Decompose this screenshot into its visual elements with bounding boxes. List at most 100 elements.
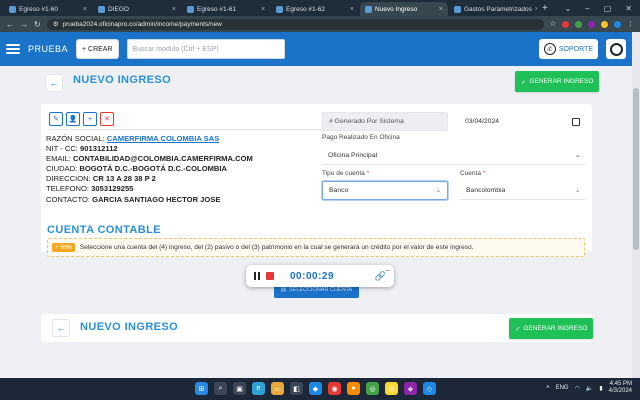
- profile-icon[interactable]: [614, 20, 621, 28]
- close-tab-icon[interactable]: ×: [439, 6, 443, 13]
- razon-social-link[interactable]: CAMERFIRMA COLOMBIA SAS: [107, 134, 220, 143]
- extension-icon[interactable]: [575, 20, 582, 28]
- email-row: EMAIL: CONTABILIDAD@COLOMBIA.CAMERFIRMA.…: [46, 154, 253, 164]
- chrome-icon[interactable]: ◎: [385, 382, 398, 395]
- module-search-input[interactable]: Buscar modulo (Ctrl + ESP): [126, 39, 285, 59]
- screen-recorder-widget: 00:00:29 🔗 –: [246, 265, 394, 287]
- user-icon: 👤: [68, 116, 78, 123]
- site-info-icon[interactable]: ⚙: [53, 20, 59, 28]
- generar-ingreso-button-bottom[interactable]: ✓ GENERAR INGRESO: [509, 318, 594, 339]
- battery-icon[interactable]: ▮: [599, 385, 602, 392]
- close-window-icon[interactable]: ✕: [625, 4, 632, 13]
- app-icon[interactable]: ◇: [423, 382, 436, 395]
- stop-icon[interactable]: [266, 272, 274, 280]
- minimize-icon[interactable]: –: [585, 4, 589, 13]
- edit-contact-button[interactable]: ✎: [49, 112, 63, 126]
- extension-icon[interactable]: [601, 20, 608, 28]
- kebab-menu-icon[interactable]: ⋮: [627, 20, 634, 28]
- wifi-icon[interactable]: ◠: [575, 385, 580, 392]
- oficina-select[interactable]: Oficina Principal ⌄: [322, 146, 586, 165]
- fecha-input[interactable]: 03/04/2024: [459, 112, 586, 131]
- browser-tab-3[interactable]: Egreso #1-62 ×: [271, 2, 359, 16]
- contact-details: RAZÓN SOCIAL: CAMERFIRMA COLOMBIA SAS NI…: [46, 134, 253, 205]
- tipo-cuenta-select[interactable]: Banco ⌄: [322, 181, 448, 200]
- back-button-bottom[interactable]: ←: [52, 319, 70, 337]
- close-tab-icon[interactable]: ×: [83, 6, 87, 13]
- search-icon[interactable]: ⌕: [214, 382, 227, 395]
- chrome-icon[interactable]: ◎: [366, 382, 379, 395]
- file-explorer-icon[interactable]: ▭: [271, 382, 284, 395]
- numero-ingreso-field: # Generado Por Sistema: [322, 112, 448, 131]
- back-arrow-icon[interactable]: ←: [6, 20, 14, 29]
- remove-contact-button[interactable]: ✕: [100, 112, 114, 126]
- close-tab-icon[interactable]: ×: [535, 6, 537, 13]
- volume-icon[interactable]: 🔈: [586, 385, 593, 392]
- favicon-icon: [276, 5, 283, 13]
- calendar-icon[interactable]: [572, 117, 580, 126]
- edge-icon[interactable]: e: [252, 382, 265, 395]
- back-button[interactable]: ←: [45, 74, 63, 92]
- menu-icon[interactable]: [6, 44, 20, 54]
- list-icon: ▤: [280, 287, 287, 293]
- browser-addressbar: ← → ↻ ⚙ prueba2024.oficinapro.co/admin/i…: [0, 16, 640, 32]
- app-icon[interactable]: ◈: [404, 382, 417, 395]
- page-scrollbar[interactable]: [632, 32, 640, 378]
- close-tab-icon[interactable]: ×: [172, 6, 176, 13]
- view-contact-button[interactable]: 👤: [66, 112, 80, 126]
- favicon-icon: [98, 5, 105, 13]
- star-icon[interactable]: ☆: [550, 20, 556, 28]
- chevron-down-icon: ⌄: [574, 152, 580, 159]
- browser-tab-0[interactable]: Egreso #1-60 ×: [4, 2, 92, 16]
- taskbar-apps: ⊞ ⌕ ▣ e ▭ ◧ ◆ ◉ ● ◎ ◎ ◈ ◇: [195, 382, 436, 395]
- check-icon: ✓: [521, 78, 527, 86]
- cuenta-select[interactable]: Bancolombia ⌄: [460, 181, 586, 200]
- user-plus-icon: +: [87, 115, 93, 123]
- favicon-icon: [9, 5, 16, 13]
- pause-icon[interactable]: [254, 272, 260, 280]
- extension-icon[interactable]: [588, 20, 595, 28]
- close-tab-icon[interactable]: ×: [350, 6, 354, 13]
- generar-ingreso-button-top[interactable]: ✓ GENERAR INGRESO: [515, 71, 600, 92]
- browser-tab-2[interactable]: Egreso #1-61 ×: [182, 2, 270, 16]
- window-controls: ⌄ – ▢ ✕: [565, 0, 640, 16]
- direccion-row: DIRECCION: CR 13 A 28 38 P 2: [46, 174, 156, 184]
- chevron-down-icon: ⌄: [435, 188, 441, 194]
- url-field[interactable]: ⚙ prueba2024.oficinapro.co/admin/income/…: [46, 18, 544, 30]
- os-taskbar: ⊞ ⌕ ▣ e ▭ ◧ ◆ ◉ ● ◎ ◎ ◈ ◇ ˄ ENG ◠ 🔈 ▮ 4:…: [0, 378, 640, 400]
- chevron-down-icon[interactable]: ⌄: [565, 4, 572, 13]
- page-title-bottom: NUEVO INGRESO: [80, 321, 179, 333]
- info-badge: ⚡ Info: [52, 243, 75, 252]
- scrollbar-thumb[interactable]: [633, 88, 639, 250]
- arrow-left-icon: ←: [49, 78, 59, 88]
- clock[interactable]: 4:45 PM 4/3/2024: [609, 381, 632, 395]
- reload-icon[interactable]: ↻: [34, 20, 41, 29]
- add-contact-button[interactable]: +: [83, 112, 97, 126]
- browser-tab-1[interactable]: DIEGO ×: [93, 2, 181, 16]
- contact-actions: ✎ 👤 + ✕: [49, 112, 114, 126]
- link-icon[interactable]: 🔗: [375, 271, 386, 282]
- new-tab-icon[interactable]: +: [542, 3, 548, 14]
- main-content: ← NUEVO INGRESO ✓ GENERAR INGRESO ✎ 👤 + …: [0, 66, 632, 378]
- app-icon[interactable]: ◆: [309, 382, 322, 395]
- close-tab-icon[interactable]: ×: [261, 6, 265, 13]
- firefox-icon[interactable]: ●: [347, 382, 360, 395]
- user-menu-button[interactable]: [606, 39, 626, 59]
- extension-icon[interactable]: [562, 20, 569, 28]
- crear-button[interactable]: + CREAR: [76, 39, 119, 59]
- whatsapp-icon: ✆: [543, 43, 556, 55]
- task-view-icon[interactable]: ▣: [233, 382, 246, 395]
- windows-start-icon[interactable]: ⊞: [195, 382, 208, 395]
- nit-row: NIT - CC: 901312112: [46, 144, 118, 154]
- maximize-icon[interactable]: ▢: [604, 4, 612, 13]
- browser-tab-5[interactable]: Gastos Parametrizados ×: [449, 2, 537, 16]
- browser-tab-4[interactable]: Nuevo Ingreso ×: [360, 2, 448, 16]
- chevron-up-icon[interactable]: ˄: [546, 385, 550, 391]
- arrow-left-icon: ←: [56, 323, 66, 333]
- language-indicator[interactable]: ENG: [556, 385, 569, 391]
- minimize-icon[interactable]: –: [386, 266, 390, 275]
- app-icon[interactable]: ◉: [328, 382, 341, 395]
- store-icon[interactable]: ◧: [290, 382, 303, 395]
- soporte-button[interactable]: ✆ SOPORTE: [538, 39, 598, 59]
- forward-arrow-icon[interactable]: →: [20, 20, 28, 29]
- tipo-cuenta-label: Tipo de cuenta *: [322, 170, 370, 177]
